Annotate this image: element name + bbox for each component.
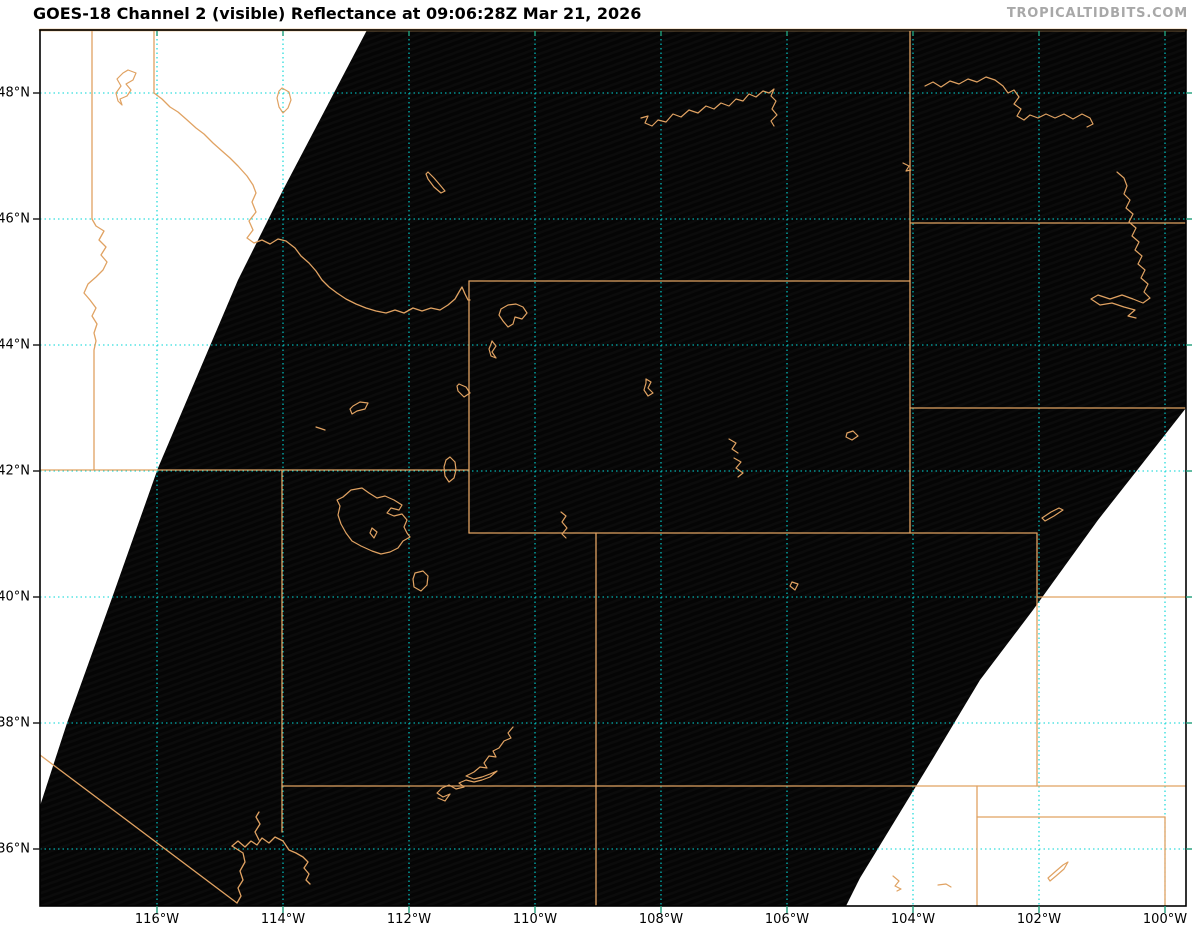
satellite-map (33, 28, 1192, 913)
lat-label: 40°N (0, 589, 30, 605)
lon-label: 102°W (1016, 912, 1062, 927)
lat-label: 46°N (0, 211, 30, 227)
lat-label: 36°N (0, 841, 30, 857)
lat-label: 38°N (0, 715, 30, 731)
satellite-viewer: GOES-18 Channel 2 (visible) Reflectance … (0, 0, 1200, 929)
lon-label: 104°W (890, 912, 936, 927)
lon-label: 108°W (638, 912, 684, 927)
lat-label: 48°N (0, 85, 30, 101)
lon-label: 106°W (764, 912, 810, 927)
lon-label: 114°W (260, 912, 306, 927)
lon-label: 110°W (512, 912, 558, 927)
lon-label: 116°W (134, 912, 180, 927)
lon-label: 112°W (386, 912, 432, 927)
lon-label: 100°W (1142, 912, 1188, 927)
lat-label: 42°N (0, 463, 30, 479)
lat-label: 44°N (0, 337, 30, 353)
